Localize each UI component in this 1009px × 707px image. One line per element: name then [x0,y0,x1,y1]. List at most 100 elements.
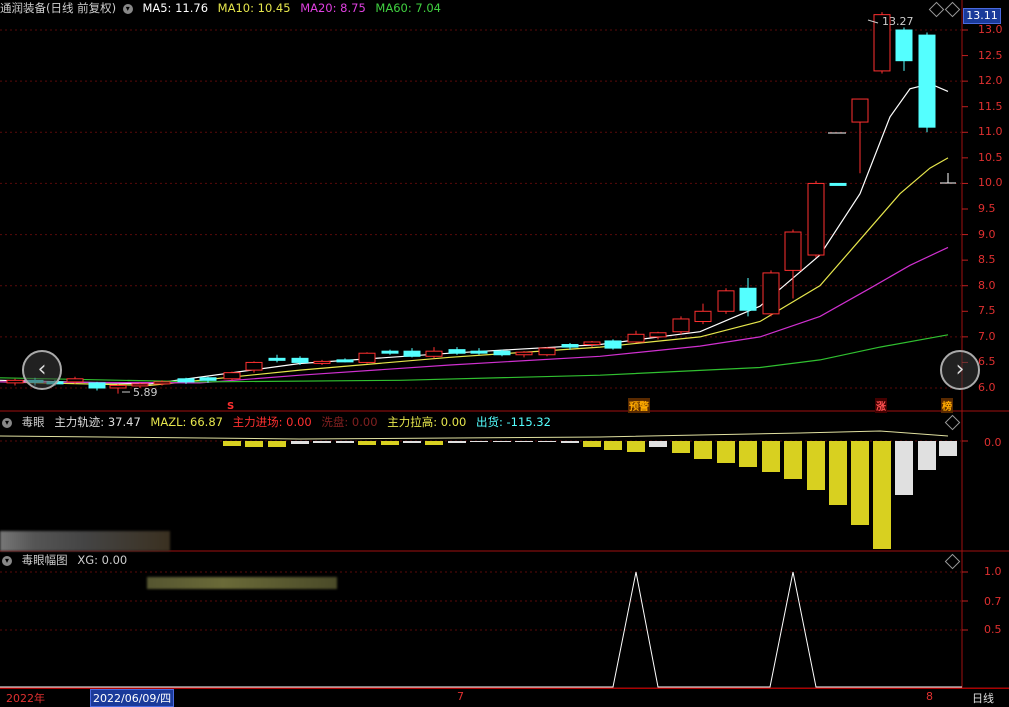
indicator1-bar [672,441,690,453]
candle-body [538,347,556,356]
price-annotations [122,19,956,393]
candle-body [604,340,622,349]
indicator1-bar [425,441,443,445]
indicator1-bar [583,441,601,447]
candle-body [762,272,780,315]
mazl-label: MAZL: 66.87 [150,415,223,429]
scroll-right-button[interactable]: › [940,350,980,390]
indicator1-legend: ▾ 毒眼 主力轨迹: 37.47 MAZL: 66.87 主力进场: 0.00 … [0,414,557,430]
low-price-label: 5.89 [133,386,158,399]
candle-body [199,377,217,381]
indicator1-bar [851,441,869,525]
candle-body [672,318,690,333]
candle-body [561,344,579,348]
ma60-line [0,334,949,383]
price-tick-label: 10.5 [978,150,1003,164]
zhuli-lagao-label: 主力拉高: 0.00 [387,415,467,429]
indicator1-bar [895,441,913,495]
price-tick-label: 6.5 [978,355,996,369]
candle-body [515,351,533,356]
candle-body [66,378,84,383]
indicator1-bar [829,441,847,505]
indicator1-bar [717,441,735,463]
signal-bang: 榜 [941,398,953,413]
candle-body [291,357,309,363]
price-axis-ticks [962,29,968,631]
candle-body [177,378,195,383]
candle-body [448,349,466,354]
candle-body [88,382,106,389]
indicator2-name: 毒眼幅图 [21,553,68,567]
zhuli-guiji-label: 主力轨迹: 37.47 [54,415,141,429]
price-tick-label: 12.5 [978,48,1003,62]
indicator1-bar [561,441,579,443]
indicator1-bar [223,441,241,446]
selected-date[interactable]: 2022/06/09/四 [90,689,175,707]
candle-body [807,182,825,256]
candle-body [109,384,127,389]
indicator1-bar [604,441,622,450]
ma20-label: MA20: 8.75 [300,1,366,15]
indicator1-bar [291,441,309,444]
candlestick-chart[interactable] [0,0,1009,705]
indicator1-bar [627,441,645,452]
indicator1-bar [403,441,421,443]
candle-body [583,341,601,346]
price-tick-label: 9.0 [978,227,996,241]
stock-title: 通润装备(日线 前复权) [0,1,117,15]
indicator1-bar [313,441,331,443]
date-axis-bar: 2022年 2022/06/09/四 7 8 日线 [0,688,1009,707]
candle-body [245,361,263,371]
scroll-left-button[interactable]: ‹ [22,350,62,390]
indicator1-zero-tick: 0.0 [984,436,1002,449]
ma10-label: MA10: 10.45 [217,1,291,15]
indicator1-bar [470,441,488,442]
indicator1-bar [515,441,533,442]
candle-body [425,350,443,357]
candle-body [313,360,331,364]
candle-body [649,332,667,338]
candle-body [153,381,171,385]
price-tick-label: 8.0 [978,278,996,292]
indicator1-toggle-icon[interactable]: ▾ [2,417,12,428]
indicator2-tick-1: 1.0 [984,565,1002,578]
indicator1-bar [918,441,936,470]
candle-body [403,350,421,357]
month-8-label: 8 [926,690,933,703]
indicator1-bar [245,441,263,447]
chuhuo-label: 出货: -115.32 [476,415,551,429]
candle-body [223,372,241,380]
blurred-overlay-2 [147,577,337,589]
month-7-label: 7 [457,690,464,703]
ma5-label: MA5: 11.76 [142,1,209,15]
candle-body [829,182,847,186]
price-tick-label: 8.5 [978,253,996,267]
candle-body [470,350,488,354]
zhuli-jinchang-label: 主力进场: 0.00 [232,415,312,429]
settings-circle-icon[interactable]: ▾ [122,3,133,14]
indicator1-bar [381,441,399,445]
indicator2-tick-07: 0.7 [984,595,1002,608]
ma60-label: MA60: 7.04 [375,1,441,15]
ma5-line [0,83,949,385]
candle-body [851,98,869,123]
period-label[interactable]: 日线 [972,690,994,706]
candle-body [895,29,913,62]
candle-body [717,290,735,312]
signal-zhang: 涨 [875,398,887,413]
signal-warning: 预警 [628,398,650,413]
xipan-label: 洗盘: 0.00 [321,415,378,429]
current-price-tag: 13.11 [963,8,1001,24]
price-tick-label: 12.0 [978,74,1003,88]
indicator1-bar [336,441,354,443]
indicator2-toggle-icon[interactable]: ▾ [2,555,12,566]
indicator1-bar [649,441,667,447]
price-tick-label: 7.0 [978,329,996,343]
price-tick-label: 11.0 [978,125,1003,139]
indicator2-tick-05: 0.5 [984,623,1002,636]
candle-body [381,350,399,354]
indicator1-line [0,430,949,440]
indicator1-bar [694,441,712,459]
candle-body [739,287,757,311]
indicator2-legend: ▾ 毒眼幅图 XG: 0.00 [0,552,133,568]
